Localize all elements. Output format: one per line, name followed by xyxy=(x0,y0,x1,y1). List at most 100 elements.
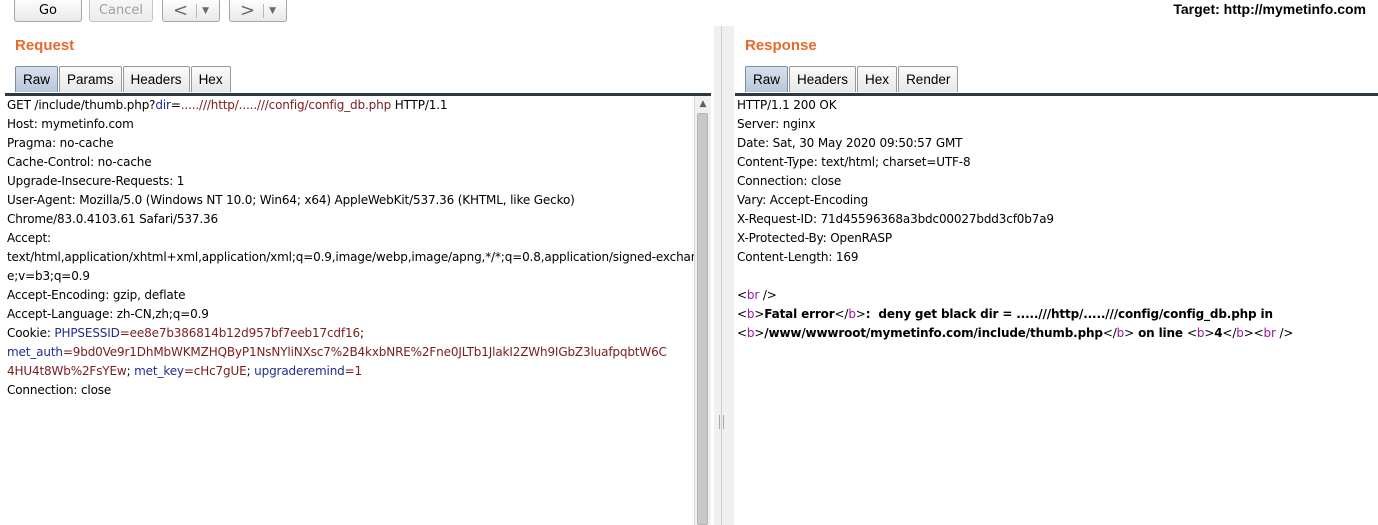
response-line: Server: nginx xyxy=(730,115,1378,134)
response-line: HTTP/1.1 200 OK xyxy=(730,96,1378,115)
text-token: met_auth xyxy=(7,345,63,359)
text-token: Upgrade-Insecure-Requests: 1 xyxy=(7,174,185,188)
text-token: PHPSESSID xyxy=(54,326,120,340)
response-line: X-Request-ID: 71d45596368a3bdc00027bdd3c… xyxy=(730,210,1378,229)
text-token: Fatal error xyxy=(764,307,835,321)
text-token: GET /include/thumb.php? xyxy=(7,98,156,112)
response-line: Date: Sat, 30 May 2020 09:50:57 GMT xyxy=(730,134,1378,153)
response-line xyxy=(730,267,1378,286)
response-tab-raw[interactable]: Raw xyxy=(745,66,789,92)
text-token: HTTP/1.1 xyxy=(391,98,448,112)
text-token: Accept: xyxy=(7,231,51,245)
request-editor[interactable]: GET /include/thumb.php?dir=.....///http/… xyxy=(0,96,694,525)
response-line: Vary: Accept-Encoding xyxy=(730,191,1378,210)
repeater-window: Go Cancel < ▼ > ▼ Target: http://mymetin… xyxy=(0,0,1378,525)
text-token: < xyxy=(737,326,747,340)
text-token: e;v=b3;q=0.9 xyxy=(7,269,90,283)
scroll-up-icon[interactable]: ▲ xyxy=(695,96,711,112)
text-token: b xyxy=(1236,326,1244,340)
request-line: User-Agent: Mozilla/5.0 (Windows NT 10.0… xyxy=(0,191,694,210)
response-line: Connection: close xyxy=(730,172,1378,191)
text-token: = xyxy=(170,98,181,112)
back-button[interactable]: < ▼ xyxy=(162,0,220,22)
back-history-dropdown-icon[interactable]: ▼ xyxy=(202,6,209,16)
text-token: Cache-Control: no-cache xyxy=(7,155,152,169)
request-tab-raw[interactable]: Raw xyxy=(15,66,59,92)
text-token: dir xyxy=(155,98,171,112)
text-token: Pragma: no-cache xyxy=(7,136,114,150)
text-token: : deny get black dir = .....///http/....… xyxy=(865,307,1273,321)
text-token: Connection: close xyxy=(737,174,842,188)
text-token: =9bd0Ve9r1DhMbWKMZHQByP1NsNYliNXsc7%2B4k… xyxy=(62,345,667,359)
text-token: Content-Type: text/html; charset=UTF-8 xyxy=(737,155,971,169)
text-token: text/html,application/xhtml+xml,applicat… xyxy=(7,250,694,264)
response-tab-render[interactable]: Render xyxy=(898,66,959,92)
text-token: upgraderemind xyxy=(254,364,345,378)
forward-history-dropdown-icon[interactable]: ▼ xyxy=(269,6,276,16)
text-token: ; xyxy=(126,364,135,378)
text-token: Cookie: xyxy=(7,326,55,340)
text-token: Date: Sat, 30 May 2020 09:50:57 GMT xyxy=(737,136,963,150)
request-line: 4HU4t8Wb%2FsYEw; met_key=cHc7gUE; upgrad… xyxy=(0,362,694,381)
text-token: > xyxy=(1204,326,1215,340)
request-line: text/html,application/xhtml+xml,applicat… xyxy=(0,248,694,267)
scroll-thumb[interactable] xyxy=(697,113,708,525)
text-token: HTTP/1.1 200 OK xyxy=(737,98,837,112)
text-token: on line xyxy=(1134,326,1187,340)
request-tabs: Raw Params Headers Hex xyxy=(15,66,232,94)
request-scrollbar[interactable]: ▲ xyxy=(694,96,711,525)
button-separator xyxy=(263,3,265,18)
forward-button[interactable]: > ▼ xyxy=(229,0,287,22)
text-token: ; xyxy=(246,364,255,378)
back-arrow-icon: < xyxy=(173,0,189,21)
text-token: < xyxy=(737,307,747,321)
response-panel-title: Response xyxy=(745,37,817,54)
cancel-button[interactable]: Cancel xyxy=(89,0,153,22)
text-token: Accept-Encoding: gzip, deflate xyxy=(7,288,186,302)
response-line: Content-Length: 169 xyxy=(730,248,1378,267)
text-token: Vary: Accept-Encoding xyxy=(737,193,869,207)
text-token: User-Agent: Mozilla/5.0 (Windows NT 10.0… xyxy=(7,193,575,207)
request-tab-params[interactable]: Params xyxy=(59,66,122,92)
request-panel-title: Request xyxy=(15,37,75,54)
response-line: <br /> xyxy=(730,286,1378,305)
text-token: Content-Length: 169 xyxy=(737,250,859,264)
target-label[interactable]: Target: http://mymetinfo.com xyxy=(1173,1,1366,17)
text-token: > xyxy=(754,307,765,321)
request-line: Connection: close xyxy=(0,381,694,400)
request-line: Host: mymetinfo.com xyxy=(0,115,694,134)
response-tab-hex[interactable]: Hex xyxy=(857,66,898,92)
text-token: =1 xyxy=(344,364,363,378)
text-token: </ xyxy=(834,307,849,321)
response-line: <b>/www/wwwroot/mymetinfo.com/include/th… xyxy=(730,324,1378,343)
text-token: Chrome/83.0.4103.61 Safari/537.36 xyxy=(7,212,218,226)
text-token: met_key xyxy=(134,364,184,378)
request-line: e;v=b3;q=0.9 xyxy=(0,267,694,286)
text-token: Server: nginx xyxy=(737,117,816,131)
text-token: X-Request-ID: 71d45596368a3bdc00027bdd3c… xyxy=(737,212,1054,226)
text-token: < xyxy=(737,288,747,302)
text-token: </ xyxy=(1222,326,1237,340)
request-line: Accept: xyxy=(0,229,694,248)
request-line: met_auth=9bd0Ve9r1DhMbWKMZHQByP1NsNYliNX… xyxy=(0,343,694,362)
text-token: /> xyxy=(759,288,777,302)
response-editor[interactable]: HTTP/1.1 200 OK Server: nginx Date: Sat, 3… xyxy=(730,96,1378,525)
request-line: GET /include/thumb.php?dir=.....///http/… xyxy=(0,96,694,115)
request-tab-headers[interactable]: Headers xyxy=(122,66,190,92)
text-token: =ee8e7b386814b12d957bf7eeb17cdf16 xyxy=(119,326,360,340)
go-button[interactable]: Go xyxy=(14,0,82,22)
request-line: Chrome/83.0.4103.61 Safari/537.36 xyxy=(0,210,694,229)
response-tab-headers[interactable]: Headers xyxy=(789,66,857,92)
divider-rule xyxy=(721,26,722,525)
request-tab-hex[interactable]: Hex xyxy=(190,66,231,92)
divider-grip-icon[interactable] xyxy=(719,415,724,429)
text-token: </ xyxy=(1102,326,1117,340)
text-token: X-Protected-By: OpenRASP xyxy=(737,231,892,245)
text-token: < xyxy=(1186,326,1197,340)
response-line: Content-Type: text/html; charset=UTF-8 xyxy=(730,153,1378,172)
text-token: .....///http/.....///config/config_db.ph… xyxy=(180,98,392,112)
text-token: br xyxy=(1263,326,1276,340)
request-line: Cache-Control: no-cache xyxy=(0,153,694,172)
response-line: <b>Fatal error</b>: deny get black dir =… xyxy=(730,305,1378,324)
text-token: > xyxy=(855,307,866,321)
